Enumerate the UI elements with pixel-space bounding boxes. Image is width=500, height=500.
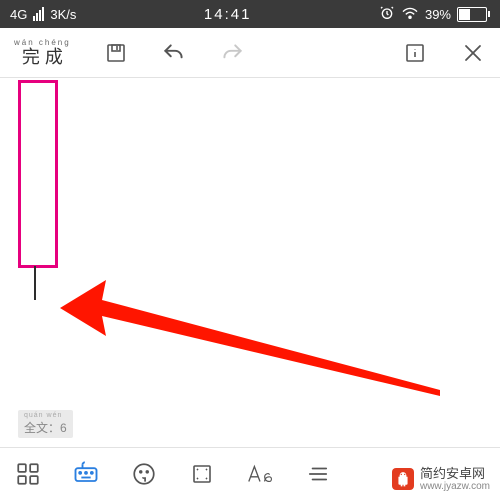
save-icon[interactable] [103,40,129,66]
apps-icon[interactable] [14,460,42,488]
editor-canvas[interactable] [0,78,500,418]
status-time: 14:41 [76,6,379,23]
annotation-highlight-box [18,80,58,268]
editor-toolbar: wán chéng 完 成 [0,28,500,78]
wifi-icon [401,6,419,23]
paragraph-icon[interactable] [304,460,332,488]
redo-icon[interactable] [219,40,245,66]
annotation-arrow-icon [60,248,440,418]
emoji-icon[interactable] [130,460,158,488]
keyboard-icon[interactable] [72,460,100,488]
close-icon[interactable] [460,40,486,66]
battery-icon [457,7,490,22]
done-button[interactable]: wán chéng 完 成 [14,39,71,66]
word-count-pinyin: quán wén [24,412,67,419]
watermark: 简约安卓网 www.jyazw.com [388,465,494,494]
text-cursor [34,266,36,300]
status-bar: 4G 3K/s 14:41 39% [0,0,500,28]
word-count-label: 全文：6 [24,421,67,435]
watermark-url: www.jyazw.com [420,481,490,492]
fullscreen-icon[interactable] [188,460,216,488]
battery-percent: 39% [425,7,451,22]
done-pinyin: wán chéng [14,39,71,47]
info-icon[interactable] [402,40,428,66]
network-type: 4G [10,7,27,22]
network-speed: 3K/s [50,7,76,22]
done-label: 完 成 [22,47,63,67]
font-icon[interactable] [246,460,274,488]
watermark-title: 简约安卓网 [420,466,485,481]
watermark-logo-icon [392,468,414,490]
alarm-icon [379,5,395,24]
signal-icon [33,7,44,21]
undo-icon[interactable] [161,40,187,66]
word-count-chip[interactable]: quán wén 全文：6 [18,410,73,438]
